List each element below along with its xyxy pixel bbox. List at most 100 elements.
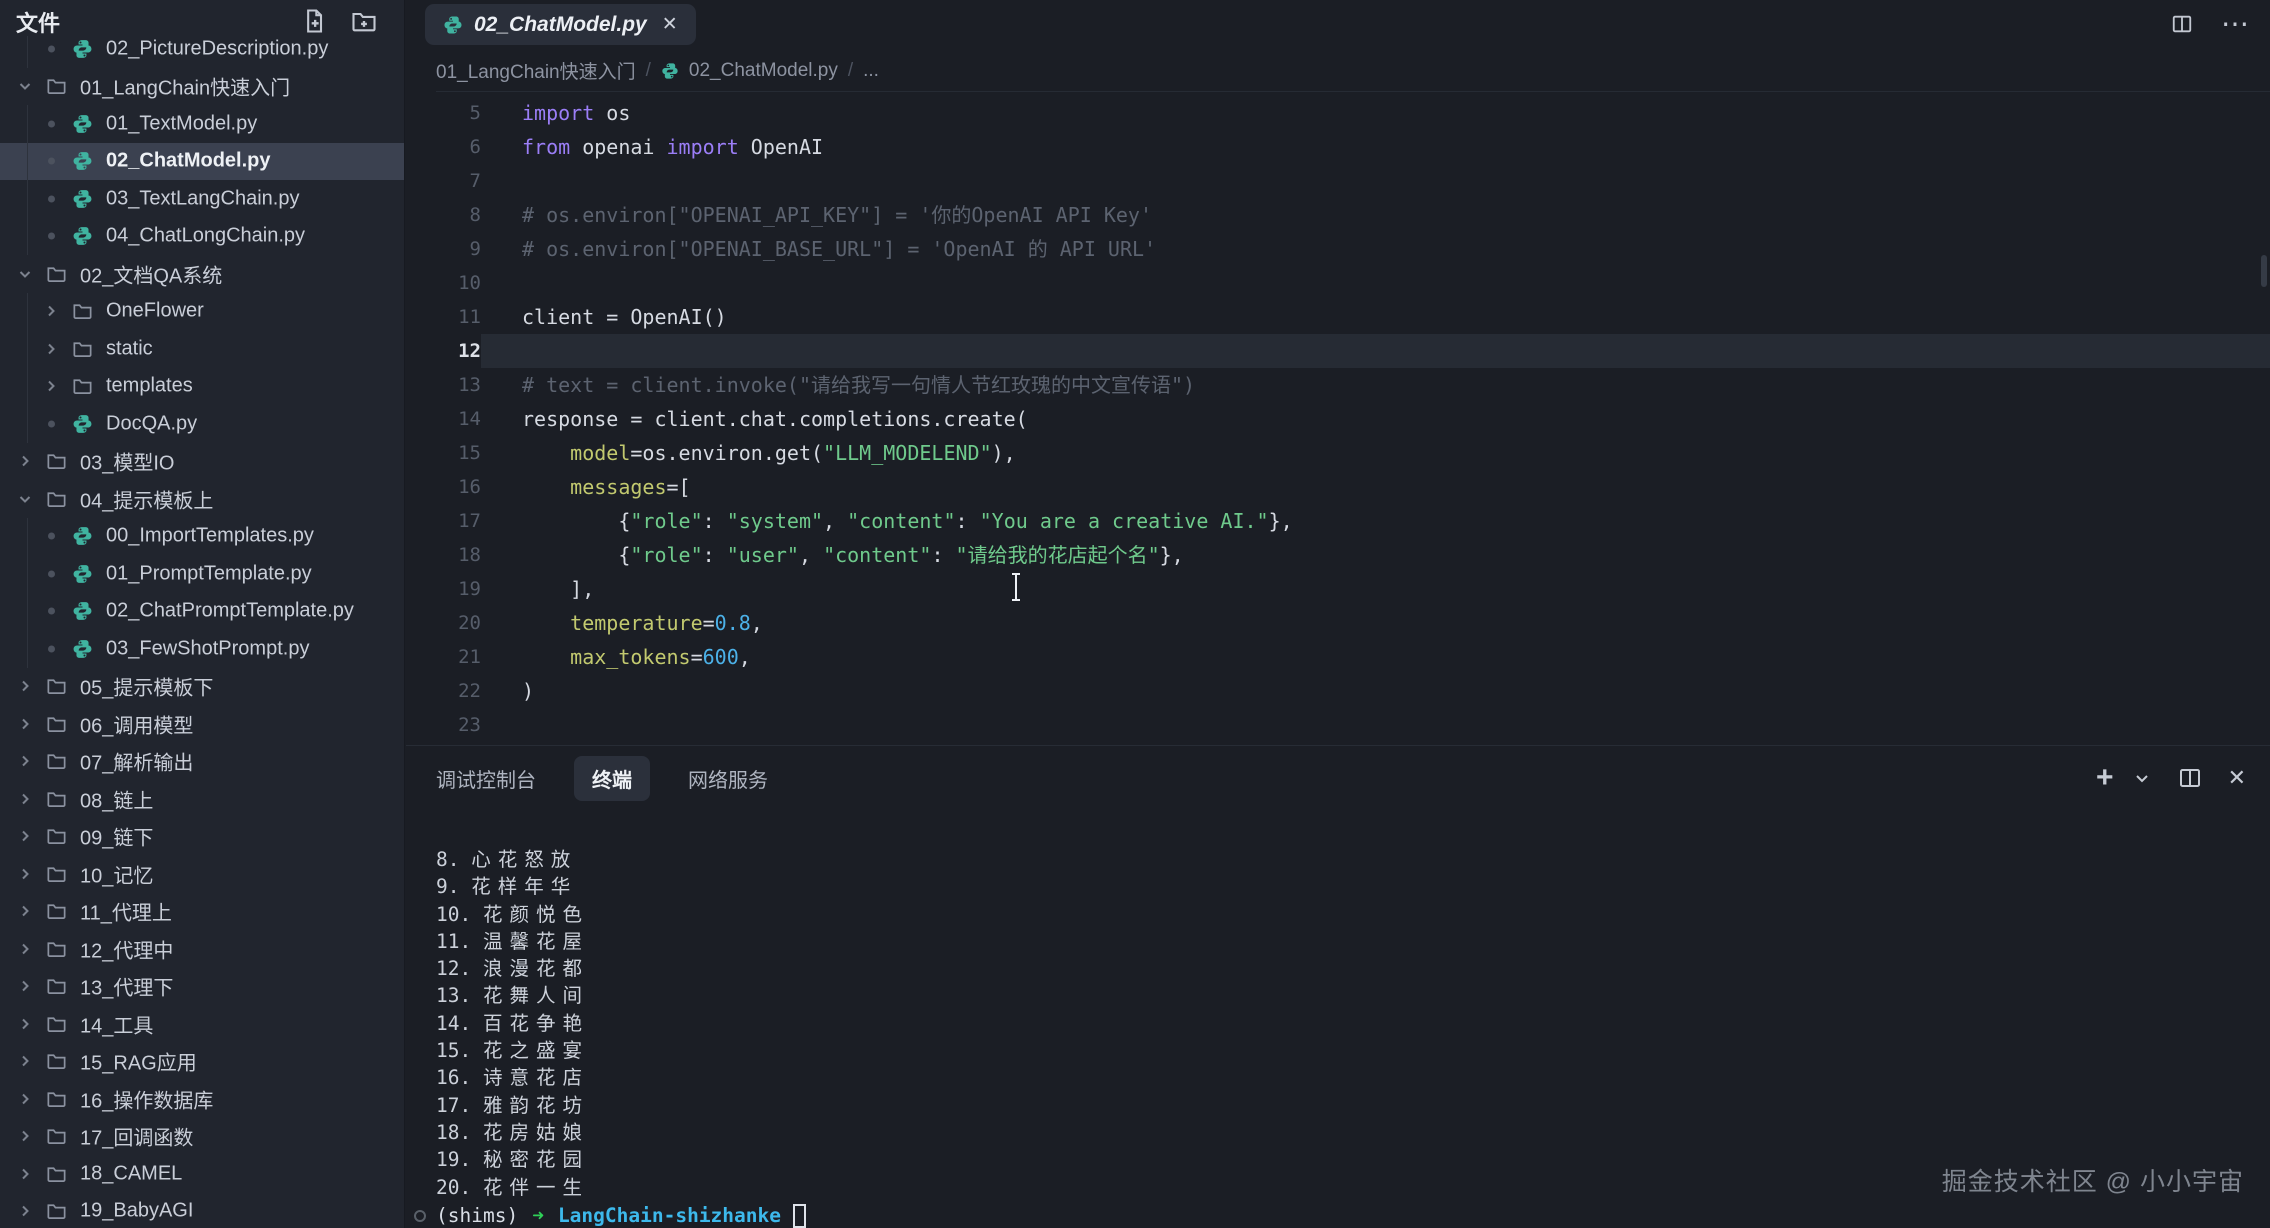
- tree-folder-item[interactable]: 13_代理下: [0, 968, 404, 1006]
- tree-folder-item[interactable]: 04_提示模板上: [0, 480, 404, 518]
- new-terminal-icon[interactable]: +: [2096, 761, 2114, 795]
- chevron-right-icon[interactable]: [18, 454, 32, 468]
- tree-folder-item[interactable]: 18_CAMEL: [0, 1155, 404, 1193]
- tree-file-item[interactable]: DocQA.py: [0, 405, 404, 443]
- tree-folder-item[interactable]: 09_链下: [0, 818, 404, 856]
- chevron-right-icon[interactable]: [18, 679, 32, 693]
- chevron-right-icon[interactable]: [18, 1129, 32, 1143]
- tree-file-item[interactable]: 02_ChatPromptTemplate.py: [0, 593, 404, 631]
- tab-chatmodel[interactable]: 02_ChatModel.py ✕: [425, 4, 696, 45]
- code-line: 13# text = client.invoke("请给我写一句情人节红玫瑰的中…: [406, 368, 2270, 402]
- new-folder-icon[interactable]: [350, 7, 378, 35]
- chevron-down-icon[interactable]: [18, 79, 32, 93]
- panel-tab-inactive[interactable]: 调试控制台: [436, 764, 536, 793]
- tree-folder-item[interactable]: 14_工具: [0, 1005, 404, 1043]
- split-panel-icon[interactable]: [2178, 766, 2202, 790]
- chevron-right-icon[interactable]: [18, 979, 32, 993]
- tree-folder-item[interactable]: OneFlower: [0, 293, 404, 331]
- tree-item-label: 02_PictureDescription.py: [106, 37, 328, 60]
- tree-file-item[interactable]: 01_PromptTemplate.py: [0, 555, 404, 593]
- tree-file-item[interactable]: 02_ChatModel.py: [0, 143, 404, 181]
- tab-close-icon[interactable]: ✕: [662, 13, 678, 36]
- close-panel-icon[interactable]: ✕: [2228, 765, 2246, 791]
- chevron-right-icon[interactable]: [18, 904, 32, 918]
- breadcrumb-folder[interactable]: 01_LangChain快速入门: [436, 57, 636, 84]
- tree-folder-item[interactable]: 19_BabyAGI: [0, 1193, 404, 1228]
- tree-folder-item[interactable]: templates: [0, 368, 404, 406]
- chevron-right-icon[interactable]: [18, 792, 32, 806]
- chevron-right-icon[interactable]: [18, 717, 32, 731]
- chevron-right-icon[interactable]: [18, 1204, 32, 1218]
- tree-folder-item[interactable]: 15_RAG应用: [0, 1043, 404, 1081]
- tree-folder-item[interactable]: 01_LangChain快速入门: [0, 68, 404, 106]
- line-number: 23: [406, 708, 481, 742]
- code-line: 10: [406, 266, 2270, 300]
- tree-folder-item[interactable]: 06_调用模型: [0, 705, 404, 743]
- tree-file-item[interactable]: 00_ImportTemplates.py: [0, 518, 404, 556]
- breadcrumb-separator: /: [848, 60, 853, 82]
- code-line: 8# os.environ["OPENAI_API_KEY"] = '你的Ope…: [406, 198, 2270, 232]
- prompt-directory: LangChain-shizhanke: [558, 1201, 781, 1228]
- tree-folder-item[interactable]: 10_记忆: [0, 855, 404, 893]
- tree-folder-item[interactable]: 11_代理上: [0, 893, 404, 931]
- chevron-right-icon[interactable]: [44, 379, 58, 393]
- tree-item-label: 09_链下: [80, 822, 153, 851]
- tree-folder-item[interactable]: 07_解析输出: [0, 743, 404, 781]
- tree-item-label: 12_代理中: [80, 934, 173, 963]
- code-line-content: [481, 334, 2270, 368]
- tree-folder-item[interactable]: 16_操作数据库: [0, 1080, 404, 1118]
- folder-icon: [46, 1013, 67, 1034]
- code-line-content: ],: [481, 572, 2270, 606]
- more-actions-icon[interactable]: ⋯: [2224, 12, 2248, 36]
- tree-folder-item[interactable]: 05_提示模板下: [0, 668, 404, 706]
- panel-tab-inactive[interactable]: 网络服务: [688, 764, 768, 793]
- split-editor-icon[interactable]: [2170, 12, 2194, 36]
- chevron-right-icon[interactable]: [18, 754, 32, 768]
- chevron-right-icon[interactable]: [18, 867, 32, 881]
- chevron-right-icon[interactable]: [18, 829, 32, 843]
- chevron-right-icon[interactable]: [18, 1017, 32, 1031]
- line-number: 14: [406, 402, 481, 436]
- tree-file-item[interactable]: 04_ChatLongChain.py: [0, 218, 404, 256]
- chevron-right-icon[interactable]: [44, 304, 58, 318]
- line-number: 11: [406, 300, 481, 334]
- folder-icon: [72, 376, 93, 397]
- chevron-right-icon[interactable]: [18, 1092, 32, 1106]
- tree-folder-item[interactable]: 08_链上: [0, 780, 404, 818]
- terminal-line: 16. 诗意花店: [436, 1064, 2250, 1091]
- tree-item-label: 04_提示模板上: [80, 484, 213, 513]
- breadcrumb-more[interactable]: ...: [863, 60, 879, 82]
- tree-folder-item[interactable]: static: [0, 330, 404, 368]
- python-icon: [72, 526, 93, 547]
- tree-folder-item[interactable]: 03_模型IO: [0, 443, 404, 481]
- tree-item-label: 15_RAG应用: [80, 1047, 197, 1076]
- chevron-right-icon[interactable]: [44, 342, 58, 356]
- chevron-right-icon[interactable]: [18, 1167, 32, 1181]
- chevron-down-icon[interactable]: [18, 267, 32, 281]
- python-icon: [72, 563, 93, 584]
- tree-item-label: 11_代理上: [80, 897, 172, 926]
- line-number: 5: [406, 96, 481, 130]
- chevron-right-icon[interactable]: [18, 942, 32, 956]
- chevron-down-icon[interactable]: [2134, 770, 2150, 786]
- chevron-right-icon[interactable]: [18, 1054, 32, 1068]
- chevron-down-icon[interactable]: [18, 492, 32, 506]
- tree-folder-item[interactable]: 02_文档QA系统: [0, 255, 404, 293]
- terminal-line: 10. 花颜悦色: [436, 901, 2250, 928]
- new-file-icon[interactable]: [300, 7, 328, 35]
- terminal-prompt[interactable]: (shims) ➜ LangChain-shizhanke: [436, 1201, 2250, 1228]
- tree-file-item[interactable]: 03_FewShotPrompt.py: [0, 630, 404, 668]
- tree-item-label: 02_ChatPromptTemplate.py: [106, 600, 354, 623]
- bullet-icon: [48, 533, 55, 540]
- tree-file-item[interactable]: 01_TextModel.py: [0, 105, 404, 143]
- tree-item-label: 01_PromptTemplate.py: [106, 562, 312, 585]
- code-editor[interactable]: 5import os6from openai import OpenAI78# …: [406, 96, 2270, 745]
- panel-tab-active[interactable]: 终端: [574, 756, 650, 801]
- breadcrumb-file[interactable]: 02_ChatModel.py: [689, 60, 838, 82]
- editor-scrollbar[interactable]: [2261, 255, 2267, 287]
- tree-folder-item[interactable]: 17_回调函数: [0, 1118, 404, 1156]
- python-icon: [661, 62, 679, 80]
- tree-file-item[interactable]: 03_TextLangChain.py: [0, 180, 404, 218]
- tree-folder-item[interactable]: 12_代理中: [0, 930, 404, 968]
- tree-item-label: 08_链上: [80, 784, 153, 813]
